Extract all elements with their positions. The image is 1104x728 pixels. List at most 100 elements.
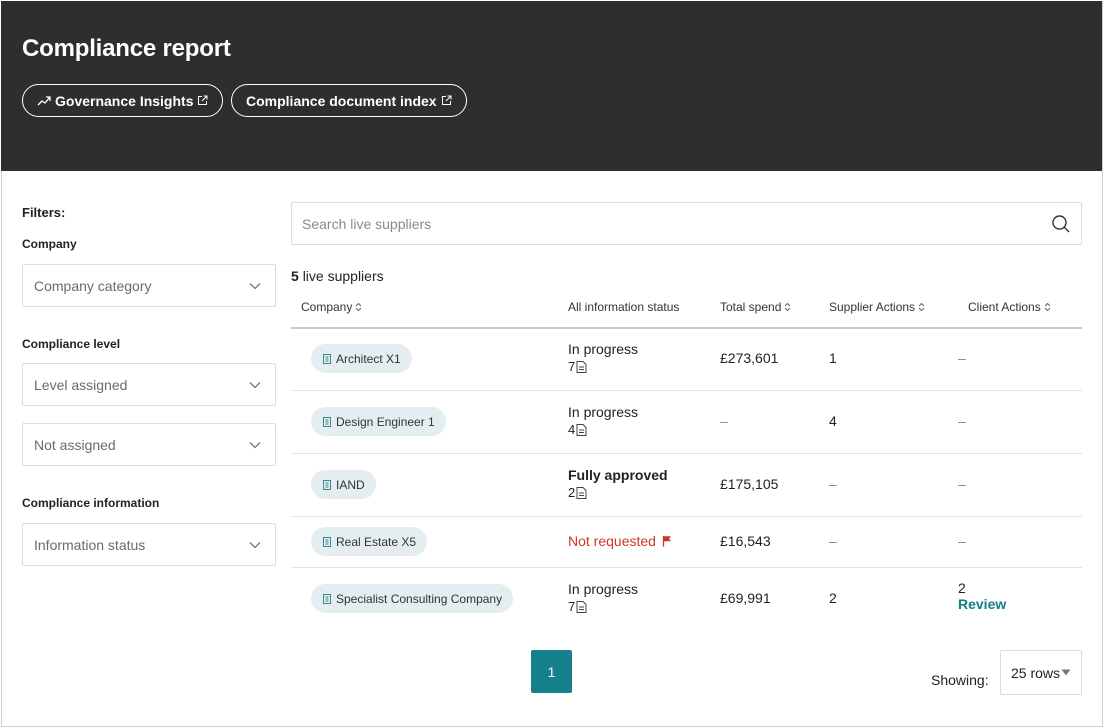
compliance-document-index-link[interactable]: Compliance document index bbox=[231, 84, 467, 117]
total-spend: £273,601 bbox=[720, 350, 779, 366]
company-name: Real Estate X5 bbox=[336, 534, 417, 549]
building-icon bbox=[323, 593, 331, 604]
document-icon bbox=[576, 486, 587, 499]
row-divider bbox=[291, 516, 1082, 517]
info-status-text: Not requested bbox=[568, 533, 656, 549]
column-header-status: All information status bbox=[568, 300, 679, 314]
info-status-cell: In progress 7 bbox=[568, 581, 638, 614]
document-count-number: 7 bbox=[568, 359, 576, 374]
total-spend: £69,991 bbox=[720, 590, 771, 606]
document-count-number: 4 bbox=[568, 422, 576, 437]
supplier-actions: 2 bbox=[829, 590, 837, 606]
rows-per-page-select[interactable]: 25 rows bbox=[1000, 650, 1082, 695]
page-header: Compliance report Governance Insights Co… bbox=[1, 1, 1102, 171]
company-chip[interactable]: IAND bbox=[311, 470, 376, 499]
search-icon[interactable] bbox=[1051, 214, 1071, 234]
not-assigned-value: Not assigned bbox=[34, 436, 116, 453]
supplier-count-number: 5 bbox=[291, 268, 299, 284]
company-name: Architect X1 bbox=[336, 351, 401, 366]
sort-icon bbox=[1044, 302, 1051, 312]
total-spend: – bbox=[720, 413, 728, 429]
info-status-cell: Not requested bbox=[568, 533, 672, 549]
document-count-number: 7 bbox=[568, 599, 576, 614]
document-count: 7 bbox=[568, 599, 638, 614]
info-status-cell: Fully approved 2 bbox=[568, 467, 668, 500]
governance-insights-link[interactable]: Governance Insights bbox=[22, 84, 224, 117]
governance-insights-label: Governance Insights bbox=[55, 92, 194, 109]
review-link[interactable]: Review bbox=[958, 596, 1006, 612]
client-actions: – bbox=[958, 413, 966, 429]
column-header-supplier-actions[interactable]: Supplier Actions bbox=[829, 300, 925, 314]
client-actions-cell: 2 Review bbox=[958, 580, 1006, 612]
trend-up-icon bbox=[37, 95, 51, 105]
filters-title: Filters: bbox=[22, 205, 66, 220]
info-status-cell: In progress 4 bbox=[568, 404, 638, 437]
company-name: IAND bbox=[336, 477, 365, 492]
info-status-text: In progress bbox=[568, 581, 639, 597]
row-divider bbox=[291, 567, 1082, 568]
page-1-button[interactable]: 1 bbox=[531, 650, 572, 693]
chevron-down-icon bbox=[249, 282, 261, 289]
total-spend: £16,543 bbox=[720, 533, 771, 549]
company-filter-label: Company bbox=[22, 237, 77, 251]
column-header-client-actions[interactable]: Client Actions bbox=[968, 300, 1051, 314]
company-category-select[interactable]: Company category bbox=[22, 264, 276, 307]
info-status-cell: In progress 7 bbox=[568, 341, 638, 374]
document-icon bbox=[576, 360, 587, 373]
document-count: 4 bbox=[568, 422, 638, 437]
document-count-number: 2 bbox=[568, 485, 576, 500]
column-header-company[interactable]: Company bbox=[301, 300, 362, 314]
column-header-spend-label: Total spend bbox=[720, 300, 782, 314]
company-chip[interactable]: Architect X1 bbox=[311, 344, 412, 373]
document-count: 2 bbox=[568, 485, 668, 500]
company-chip[interactable]: Specialist Consulting Company bbox=[311, 584, 514, 613]
building-icon bbox=[323, 416, 331, 427]
showing-label: Showing: bbox=[931, 672, 989, 688]
company-chip[interactable]: Design Engineer 1 bbox=[311, 407, 446, 436]
not-assigned-select[interactable]: Not assigned bbox=[22, 423, 276, 466]
compliance-information-label: Compliance information bbox=[22, 496, 160, 510]
client-actions: – bbox=[958, 476, 966, 492]
column-header-spend[interactable]: Total spend bbox=[720, 300, 791, 314]
level-assigned-select[interactable]: Level assigned bbox=[22, 363, 276, 406]
client-actions: 2 bbox=[958, 580, 966, 596]
search-input[interactable] bbox=[302, 215, 1051, 232]
chevron-down-icon bbox=[249, 441, 261, 448]
sort-icon bbox=[918, 302, 925, 312]
compliance-level-label: Compliance level bbox=[22, 337, 121, 351]
supplier-search bbox=[291, 202, 1082, 245]
column-header-client-actions-label: Client Actions bbox=[968, 300, 1041, 314]
caret-down-icon bbox=[1061, 669, 1071, 676]
table-header-divider bbox=[291, 327, 1082, 329]
column-header-status-label: All information status bbox=[568, 300, 680, 314]
document-icon bbox=[576, 423, 587, 436]
building-icon bbox=[323, 479, 331, 490]
page-title: Compliance report bbox=[22, 35, 231, 62]
client-actions: – bbox=[958, 350, 966, 366]
row-divider bbox=[291, 390, 1082, 391]
information-status-value: Information status bbox=[34, 536, 146, 553]
document-icon bbox=[576, 600, 587, 613]
chevron-down-icon bbox=[249, 381, 261, 388]
external-link-icon bbox=[441, 95, 452, 105]
flag-icon bbox=[662, 536, 671, 547]
company-category-value: Company category bbox=[34, 277, 152, 294]
information-status-select[interactable]: Information status bbox=[22, 523, 276, 566]
supplier-actions: 4 bbox=[829, 413, 837, 429]
row-divider bbox=[291, 453, 1082, 454]
total-spend: £175,105 bbox=[720, 476, 779, 492]
supplier-count: 5 live suppliers bbox=[291, 268, 384, 284]
sort-icon bbox=[356, 302, 362, 312]
company-chip[interactable]: Real Estate X5 bbox=[311, 527, 428, 556]
supplier-count-text: live suppliers bbox=[302, 268, 384, 284]
supplier-actions: 1 bbox=[829, 350, 837, 366]
external-link-icon bbox=[198, 95, 208, 105]
column-header-supplier-actions-label: Supplier Actions bbox=[829, 300, 916, 314]
sort-icon bbox=[785, 302, 791, 312]
building-icon bbox=[323, 353, 331, 364]
building-icon bbox=[323, 536, 331, 547]
info-status-text: In progress bbox=[568, 341, 639, 357]
client-actions: – bbox=[958, 533, 966, 549]
compliance-document-index-label: Compliance document index bbox=[246, 92, 437, 109]
document-count: 7 bbox=[568, 359, 638, 374]
